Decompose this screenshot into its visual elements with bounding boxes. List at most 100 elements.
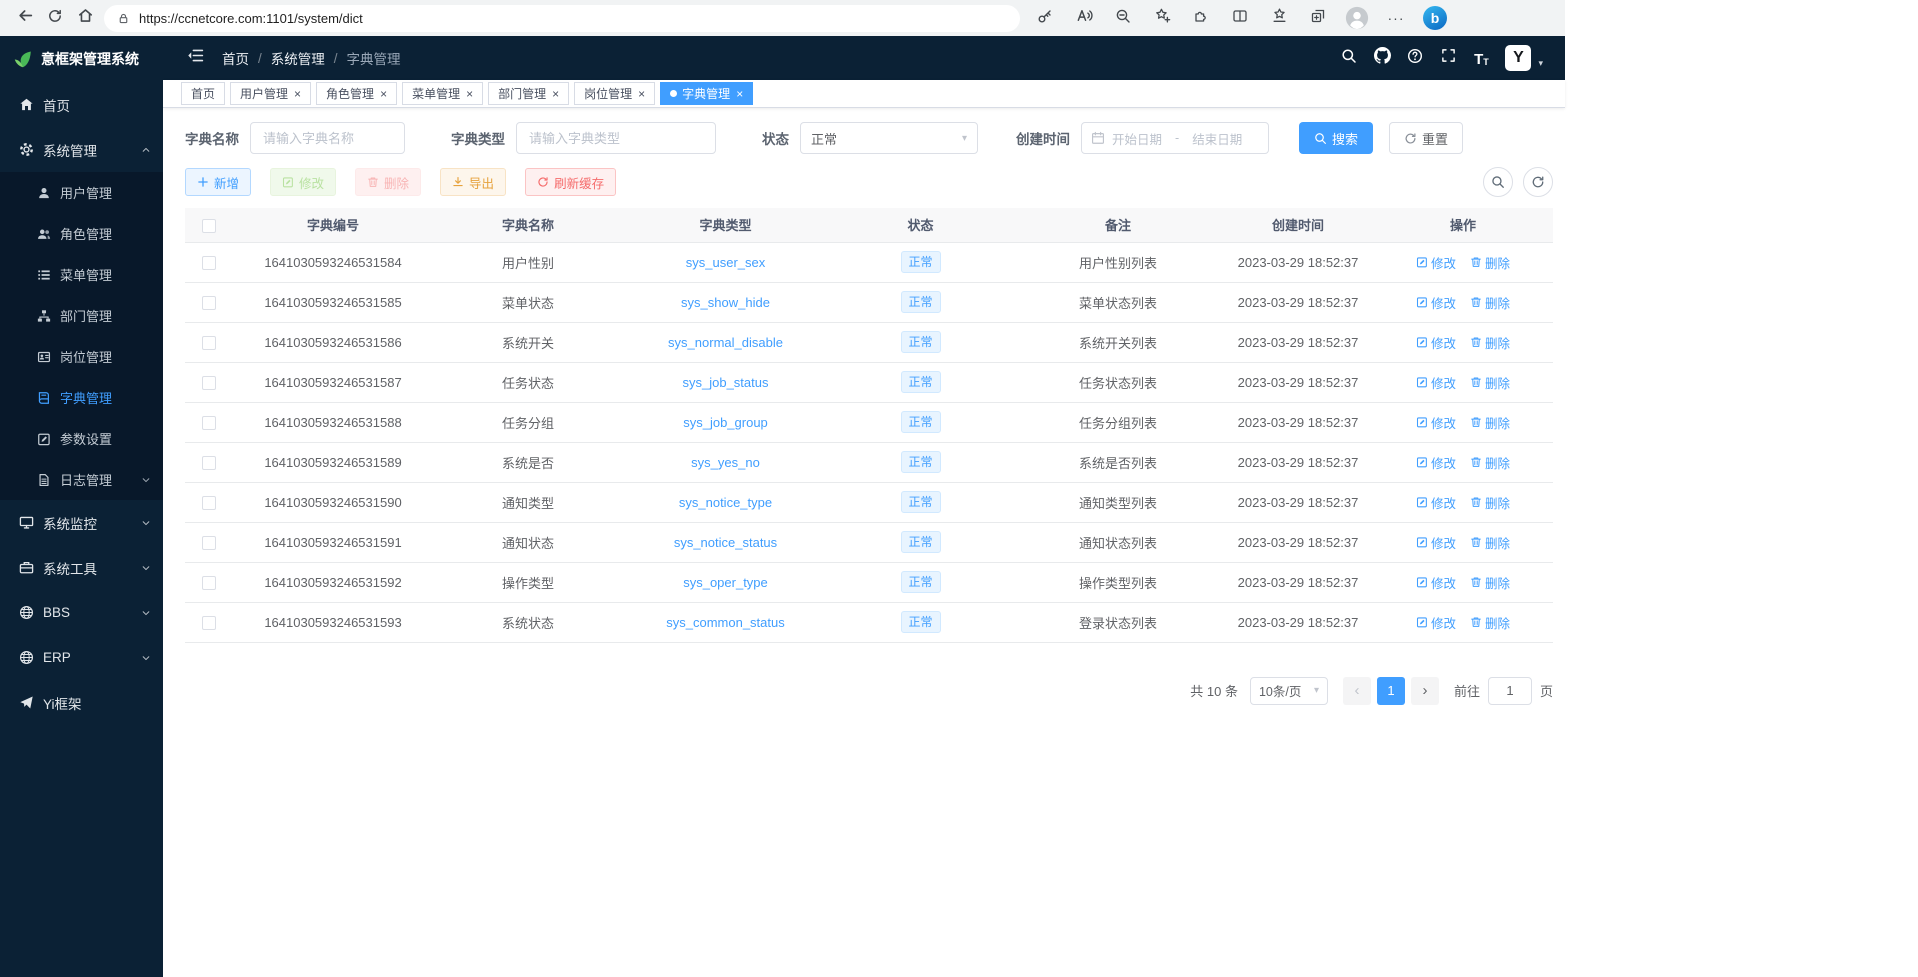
- add-button[interactable]: 新增: [185, 168, 251, 196]
- dict-type-link[interactable]: sys_show_hide: [681, 295, 770, 310]
- row-checkbox[interactable]: [202, 256, 216, 270]
- edit-link[interactable]: 修改: [1416, 373, 1456, 392]
- goto-page-input[interactable]: [1488, 677, 1532, 705]
- dict-type-link[interactable]: sys_normal_disable: [668, 335, 783, 350]
- close-tab-icon[interactable]: ×: [736, 88, 743, 100]
- split-screen-icon[interactable]: [1225, 3, 1255, 33]
- delete-link[interactable]: 删除: [1470, 493, 1510, 512]
- tab-post[interactable]: 岗位管理×: [574, 82, 655, 105]
- search-button[interactable]: 搜索: [1299, 122, 1373, 154]
- edit-link[interactable]: 修改: [1416, 613, 1456, 632]
- sidebar-item-system[interactable]: 系统管理: [0, 127, 163, 172]
- delete-link[interactable]: 删除: [1470, 453, 1510, 472]
- sidebar-item-user[interactable]: 用户管理: [0, 172, 163, 213]
- sidebar-item-config[interactable]: 参数设置: [0, 418, 163, 459]
- dict-type-link[interactable]: sys_job_status: [683, 375, 769, 390]
- sidebar-item-erp[interactable]: ERP: [0, 635, 163, 680]
- sidebar-item-dept[interactable]: 部门管理: [0, 295, 163, 336]
- row-checkbox[interactable]: [202, 416, 216, 430]
- edit-button[interactable]: 修改: [270, 168, 336, 196]
- dict-type-link[interactable]: sys_oper_type: [683, 575, 768, 590]
- row-checkbox[interactable]: [202, 296, 216, 310]
- address-bar[interactable]: https://ccnetcore.com:1101/system/dict: [104, 5, 1020, 32]
- browser-menu-icon[interactable]: ···: [1381, 3, 1411, 33]
- user-avatar[interactable]: Y: [1505, 45, 1531, 71]
- tab-role[interactable]: 角色管理×: [316, 82, 397, 105]
- zoom-icon[interactable]: [1108, 3, 1138, 33]
- status-select[interactable]: 正常 ▾: [800, 122, 978, 154]
- dict-type-link[interactable]: sys_user_sex: [686, 255, 765, 270]
- sidebar-toggle-button[interactable]: [185, 48, 205, 68]
- browser-home-icon[interactable]: [70, 3, 100, 33]
- row-checkbox[interactable]: [202, 456, 216, 470]
- sidebar-item-yi[interactable]: Yi框架: [0, 680, 163, 725]
- profile-avatar[interactable]: [1342, 3, 1372, 33]
- bing-chat-icon[interactable]: b: [1420, 3, 1450, 33]
- close-tab-icon[interactable]: ×: [380, 88, 387, 100]
- sidebar-item-home[interactable]: 首页: [0, 82, 163, 127]
- dict-type-link[interactable]: sys_yes_no: [691, 455, 760, 470]
- add-favorite-icon[interactable]: [1147, 3, 1177, 33]
- delete-link[interactable]: 删除: [1470, 373, 1510, 392]
- refresh-cache-button[interactable]: 刷新缓存: [525, 168, 616, 196]
- close-tab-icon[interactable]: ×: [638, 88, 645, 100]
- close-tab-icon[interactable]: ×: [466, 88, 473, 100]
- edit-link[interactable]: 修改: [1416, 253, 1456, 272]
- dict-name-input[interactable]: [250, 122, 405, 154]
- sidebar-item-dict[interactable]: 字典管理: [0, 377, 163, 418]
- sidebar-item-menu[interactable]: 菜单管理: [0, 254, 163, 295]
- dict-type-link[interactable]: sys_common_status: [666, 615, 785, 630]
- delete-button[interactable]: 删除: [355, 168, 421, 196]
- dict-type-link[interactable]: sys_notice_type: [679, 495, 772, 510]
- browser-refresh-icon[interactable]: [40, 3, 70, 33]
- close-tab-icon[interactable]: ×: [552, 88, 559, 100]
- tab-home[interactable]: 首页: [181, 82, 225, 105]
- sidebar-item-post[interactable]: 岗位管理: [0, 336, 163, 377]
- delete-link[interactable]: 删除: [1470, 413, 1510, 432]
- favorites-bar-icon[interactable]: [1264, 3, 1294, 33]
- edit-link[interactable]: 修改: [1416, 493, 1456, 512]
- export-button[interactable]: 导出: [440, 168, 506, 196]
- search-icon[interactable]: [1340, 49, 1358, 67]
- tab-menu[interactable]: 菜单管理×: [402, 82, 483, 105]
- delete-link[interactable]: 删除: [1470, 573, 1510, 592]
- edit-link[interactable]: 修改: [1416, 533, 1456, 552]
- page-size-select[interactable]: 10条/页 ▾: [1250, 677, 1328, 705]
- prev-page-button[interactable]: ‹: [1343, 677, 1371, 705]
- sidebar-item-role[interactable]: 角色管理: [0, 213, 163, 254]
- github-icon[interactable]: [1373, 49, 1391, 67]
- delete-link[interactable]: 删除: [1470, 613, 1510, 632]
- row-checkbox[interactable]: [202, 336, 216, 350]
- fullscreen-icon[interactable]: [1439, 49, 1457, 67]
- sidebar-item-tool[interactable]: 系统工具: [0, 545, 163, 590]
- caret-down-icon[interactable]: ▾: [1538, 58, 1543, 71]
- browser-back-icon[interactable]: [10, 3, 40, 33]
- toggle-search-button[interactable]: [1483, 167, 1513, 197]
- refresh-table-button[interactable]: [1523, 167, 1553, 197]
- edit-link[interactable]: 修改: [1416, 413, 1456, 432]
- delete-link[interactable]: 删除: [1470, 333, 1510, 352]
- collections-icon[interactable]: [1303, 3, 1333, 33]
- current-page-button[interactable]: 1: [1377, 677, 1405, 705]
- row-checkbox[interactable]: [202, 376, 216, 390]
- tab-dept[interactable]: 部门管理×: [488, 82, 569, 105]
- site-info-icon[interactable]: [117, 12, 130, 25]
- help-icon[interactable]: [1406, 49, 1424, 67]
- edit-link[interactable]: 修改: [1416, 293, 1456, 312]
- date-range-picker[interactable]: 开始日期 - 结束日期: [1081, 122, 1269, 154]
- dict-type-link[interactable]: sys_notice_status: [674, 535, 777, 550]
- breadcrumb-home[interactable]: 首页: [222, 48, 249, 68]
- edit-link[interactable]: 修改: [1416, 573, 1456, 592]
- select-all-checkbox[interactable]: [202, 219, 216, 233]
- next-page-button[interactable]: ›: [1411, 677, 1439, 705]
- dict-type-input[interactable]: [516, 122, 716, 154]
- delete-link[interactable]: 删除: [1470, 293, 1510, 312]
- delete-link[interactable]: 删除: [1470, 253, 1510, 272]
- edit-link[interactable]: 修改: [1416, 333, 1456, 352]
- read-aloud-icon[interactable]: [1069, 3, 1099, 33]
- extensions-icon[interactable]: [1186, 3, 1216, 33]
- sidebar-item-log[interactable]: 日志管理: [0, 459, 163, 500]
- row-checkbox[interactable]: [202, 616, 216, 630]
- tab-dict[interactable]: 字典管理×: [660, 82, 753, 105]
- breadcrumb-system[interactable]: 系统管理: [271, 48, 325, 68]
